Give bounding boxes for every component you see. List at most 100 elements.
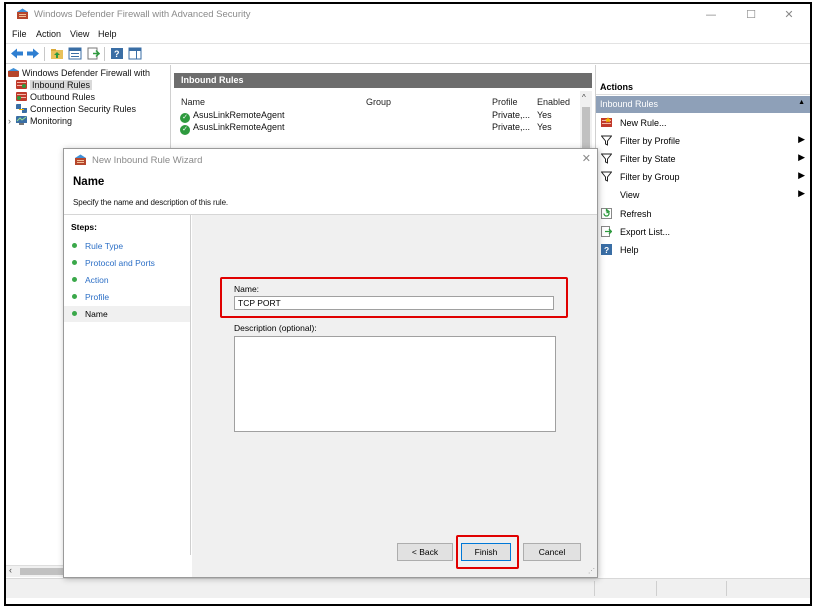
tree-root[interactable]: Windows Defender Firewall with	[8, 68, 150, 80]
action-help[interactable]: ? Help	[596, 241, 810, 258]
actions-group-label: Inbound Rules	[600, 99, 659, 109]
wizard-heading: Name	[73, 176, 105, 188]
steps-title: Steps:	[71, 222, 97, 232]
menu-view[interactable]: View	[70, 29, 89, 39]
new-inbound-rule-wizard: New Inbound Rule Wizard ✕ Name Specify t…	[63, 148, 598, 578]
status-segment	[656, 581, 657, 596]
close-button[interactable]: ✕	[772, 6, 806, 24]
svg-text:?: ?	[604, 245, 609, 255]
tree-item-outbound-rules[interactable]: Outbound Rules	[16, 92, 95, 104]
action-label: Filter by Group	[620, 172, 680, 182]
step-profile[interactable]: Profile	[64, 289, 190, 305]
step-status-dot	[72, 243, 77, 248]
new-rule-icon	[601, 117, 612, 127]
rule-description-field[interactable]	[234, 336, 556, 432]
menu-help[interactable]: Help	[98, 29, 117, 39]
enabled-check-icon: ✓	[180, 125, 190, 135]
maximize-button[interactable]: ☐	[734, 6, 768, 24]
tree-item-connection-security-rules[interactable]: Connection Security Rules	[16, 104, 136, 116]
column-header-name[interactable]: Name	[181, 97, 205, 107]
action-filter-by-state[interactable]: Filter by State ▶	[596, 150, 810, 167]
step-status-dot	[72, 260, 77, 265]
wizard-title-bar: New Inbound Rule Wizard ✕	[64, 149, 597, 171]
wizard-close-button[interactable]: ✕	[582, 152, 591, 165]
minimize-button[interactable]: —	[694, 6, 728, 24]
export-icon	[601, 226, 612, 237]
menu-bar: File Action View Help	[6, 26, 810, 44]
rule-name-field[interactable]	[234, 296, 554, 310]
rule-name: AsusLinkRemoteAgent	[193, 122, 285, 132]
tree-item-inbound-rules[interactable]: Inbound Rules	[16, 80, 93, 92]
toolbar: ?	[6, 44, 810, 64]
mmc-window: Windows Defender Firewall with Advanced …	[4, 2, 812, 606]
step-rule-type[interactable]: Rule Type	[64, 238, 190, 254]
scroll-up-icon[interactable]: ^	[582, 93, 586, 102]
filter-icon	[601, 135, 612, 146]
column-header-profile[interactable]: Profile	[492, 97, 518, 107]
connection-security-icon	[16, 104, 27, 113]
show-hide-pane-icon[interactable]	[128, 47, 142, 60]
action-filter-by-group[interactable]: Filter by Group ▶	[596, 168, 810, 185]
action-view[interactable]: View ▶	[596, 186, 810, 203]
submenu-arrow-icon: ▶	[798, 188, 805, 198]
actions-title: Actions	[596, 79, 810, 95]
step-status-dot	[72, 294, 77, 299]
up-folder-icon[interactable]	[50, 47, 64, 60]
export-list-icon[interactable]	[86, 47, 100, 60]
action-refresh[interactable]: Refresh	[596, 205, 810, 222]
back-arrow-icon[interactable]	[10, 47, 24, 60]
status-segment	[594, 581, 595, 596]
action-label: Export List...	[620, 227, 671, 237]
back-button[interactable]: < Back	[397, 543, 453, 561]
rule-profile: Private,...	[492, 122, 531, 132]
actions-pane: Actions Inbound Rules ▲ New Rule... Filt…	[595, 65, 810, 575]
scroll-left-icon[interactable]: ‹	[9, 565, 12, 575]
column-header-enabled[interactable]: Enabled	[537, 97, 570, 107]
expand-chevron-icon[interactable]: ›	[8, 116, 16, 126]
finish-button[interactable]: Finish	[461, 543, 511, 561]
step-status-dot	[72, 311, 77, 316]
step-protocol-and-ports[interactable]: Protocol and Ports	[64, 255, 190, 271]
action-label: Help	[620, 245, 639, 255]
wizard-header: Name Specify the name and description of…	[64, 171, 597, 215]
console-tree-icon[interactable]	[68, 47, 82, 60]
action-label: View	[620, 190, 640, 200]
pane-header: Inbound Rules	[174, 73, 592, 88]
outbound-rules-icon	[16, 92, 27, 101]
menu-file[interactable]: File	[12, 29, 27, 39]
refresh-icon	[601, 208, 612, 219]
actions-group-inbound-rules[interactable]: Inbound Rules ▲	[596, 96, 810, 113]
step-name[interactable]: Name	[64, 306, 190, 322]
firewall-icon	[75, 154, 86, 165]
collapse-caret-icon[interactable]: ▲	[798, 99, 805, 106]
filter-icon	[601, 153, 612, 164]
svg-text:?: ?	[114, 49, 120, 59]
window-title: Windows Defender Firewall with Advanced …	[34, 9, 251, 20]
tree-root-label: Windows Defender Firewall with	[22, 68, 151, 78]
action-label: Refresh	[620, 209, 652, 219]
filter-icon	[601, 171, 612, 182]
step-status-dot	[72, 277, 77, 282]
step-label: Profile	[85, 292, 110, 302]
wizard-content: Name: Description (optional): < Back Fin…	[192, 215, 597, 577]
submenu-arrow-icon: ▶	[798, 152, 805, 162]
forward-arrow-icon[interactable]	[26, 47, 40, 60]
action-export-list[interactable]: Export List...	[596, 223, 810, 240]
action-filter-by-profile[interactable]: Filter by Profile ▶	[596, 132, 810, 149]
name-field-label: Name:	[234, 284, 260, 294]
tree-item-monitoring[interactable]: › Monitoring	[8, 116, 72, 128]
wizard-title: New Inbound Rule Wizard	[92, 155, 203, 166]
help-icon[interactable]: ?	[110, 47, 124, 60]
resize-grip-icon[interactable]: ⋰	[588, 567, 595, 575]
inbound-rules-icon	[16, 80, 27, 89]
cancel-button[interactable]: Cancel	[523, 543, 581, 561]
menu-action[interactable]: Action	[36, 29, 61, 39]
submenu-arrow-icon: ▶	[798, 134, 805, 144]
action-new-rule[interactable]: New Rule...	[596, 114, 810, 131]
step-action[interactable]: Action	[64, 272, 190, 288]
table-row[interactable]: ✓ AsusLinkRemoteAgent	[180, 122, 285, 135]
wizard-subheading: Specify the name and description of this…	[73, 198, 229, 207]
action-label: New Rule...	[620, 118, 667, 128]
step-label: Action	[85, 275, 109, 285]
column-header-group[interactable]: Group	[366, 97, 391, 107]
